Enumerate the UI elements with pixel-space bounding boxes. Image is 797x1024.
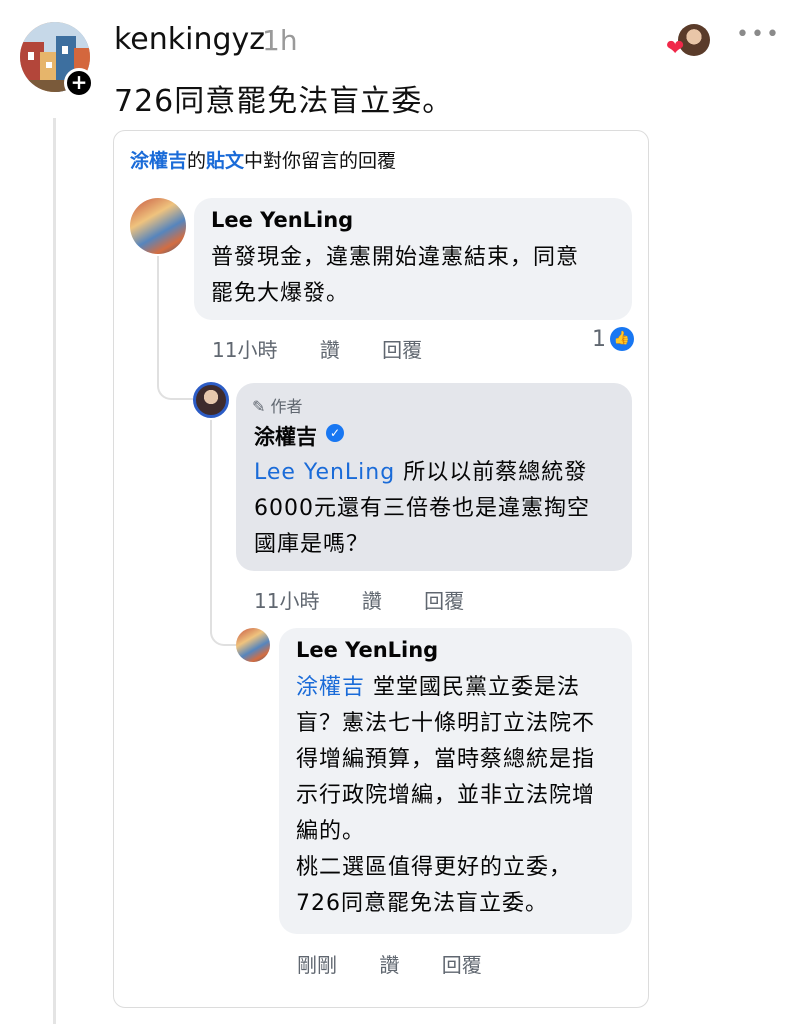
reply-link: 回覆 xyxy=(441,953,482,977)
commenter-name: Lee YenLing xyxy=(211,208,354,232)
reply-link: 回覆 xyxy=(382,338,423,362)
card-header-tail: 中對你留言的回覆 xyxy=(244,150,397,172)
comment-line-rest: 所以以前蔡總統發 xyxy=(395,460,588,485)
comment-text: 涂權吉 堂堂國民黨立委是法 盲？憲法七十條明訂立法院不 得增編預算，當時蔡總統是… xyxy=(296,670,595,922)
mention: 涂權吉 xyxy=(296,675,366,700)
comment-line: 示行政院增編，並非立法院增 xyxy=(296,783,596,808)
reply-connector xyxy=(210,420,236,646)
comment-meta: 11小時 讚 回覆 xyxy=(212,334,458,363)
author-tag-label: 作者 xyxy=(270,397,303,416)
comment-bubble: ✎ 作者 涂權吉 Lee YenLing 所以以前蔡總統發 6000元還有三倍卷… xyxy=(236,383,632,571)
comment-line: 桃二選區值得更好的立委， xyxy=(296,855,573,880)
commenter-name: Lee YenLing xyxy=(296,638,439,662)
comment-meta: 11小時 讚 回覆 xyxy=(254,585,500,614)
post-timestamp: 1h xyxy=(262,24,298,57)
like-link: 讚 xyxy=(379,953,400,977)
comment-bubble: Lee YenLing 涂權吉 堂堂國民黨立委是法 盲？憲法七十條明訂立法院不 … xyxy=(279,628,632,934)
author-avatar xyxy=(193,382,229,418)
card-header: 涂權吉的貼文中對你留言的回覆 xyxy=(130,146,396,173)
commenter-avatar xyxy=(236,628,270,662)
comment-line: 盲？憲法七十條明訂立法院不 xyxy=(296,711,596,736)
mention: Lee YenLing xyxy=(254,460,396,485)
comment-bubble: Lee YenLing 普發現金，違憲開始違憲結束，同意 罷免大爆發。 xyxy=(194,198,632,320)
comment-line: 726同意罷免法盲立委。 xyxy=(296,891,548,916)
commenter-avatar xyxy=(130,198,186,254)
comment-line: 涂權吉 堂堂國民黨立委是法 xyxy=(296,670,595,706)
comment-meta: 剛剛 讚 回覆 xyxy=(297,949,518,978)
comment-line: 得增編預算，當時蔡總統是指 xyxy=(296,747,596,772)
author-tag: ✎ 作者 xyxy=(252,393,303,417)
commenter-name: 涂權吉 xyxy=(254,425,317,449)
comment-line: 編的。 xyxy=(296,819,366,844)
comment-time: 11小時 xyxy=(254,589,320,613)
pencil-icon: ✎ xyxy=(252,397,266,416)
comment-line-rest: 堂堂國民黨立委是法 xyxy=(365,675,581,700)
reply-link: 回覆 xyxy=(424,589,465,613)
verified-badge-icon: ✓ xyxy=(326,424,344,442)
comment-text: Lee YenLing 所以以前蔡總統發 6000元還有三倍卷也是違憲掏空 國庫… xyxy=(254,455,590,563)
heart-icon: ❤ xyxy=(666,36,685,61)
card-header-mid: 的 xyxy=(187,150,207,172)
like-count: 1 xyxy=(592,327,606,352)
post-username[interactable]: kenkingyz xyxy=(114,22,265,57)
comment-line: 罷免大爆發。 xyxy=(211,281,350,306)
more-options-icon[interactable]: ••• xyxy=(736,22,781,47)
comment-text: 普發現金，違憲開始違憲結束，同意 罷免大爆發。 xyxy=(211,240,579,312)
thumbs-up-icon: 👍 xyxy=(610,327,634,351)
comment-time: 11小時 xyxy=(212,338,278,362)
thread-line xyxy=(53,118,56,1024)
comment-line: 國庫是嗎？ xyxy=(254,532,370,557)
follow-plus-icon[interactable]: + xyxy=(64,68,94,98)
post-text: 726同意罷免法盲立委。 xyxy=(114,84,454,119)
comment-line: Lee YenLing 所以以前蔡總統發 xyxy=(254,455,590,491)
like-link: 讚 xyxy=(319,338,340,362)
card-header-author: 涂權吉 xyxy=(130,150,188,172)
reply-connector xyxy=(157,256,193,400)
comment-line: 普發現金，違憲開始違憲結束，同意 xyxy=(211,245,580,270)
comment-time: 剛剛 xyxy=(297,953,337,977)
card-header-post-link: 貼文 xyxy=(206,150,245,172)
like-link: 讚 xyxy=(361,589,382,613)
comment-line: 6000元還有三倍卷也是違憲掏空 xyxy=(254,496,590,521)
